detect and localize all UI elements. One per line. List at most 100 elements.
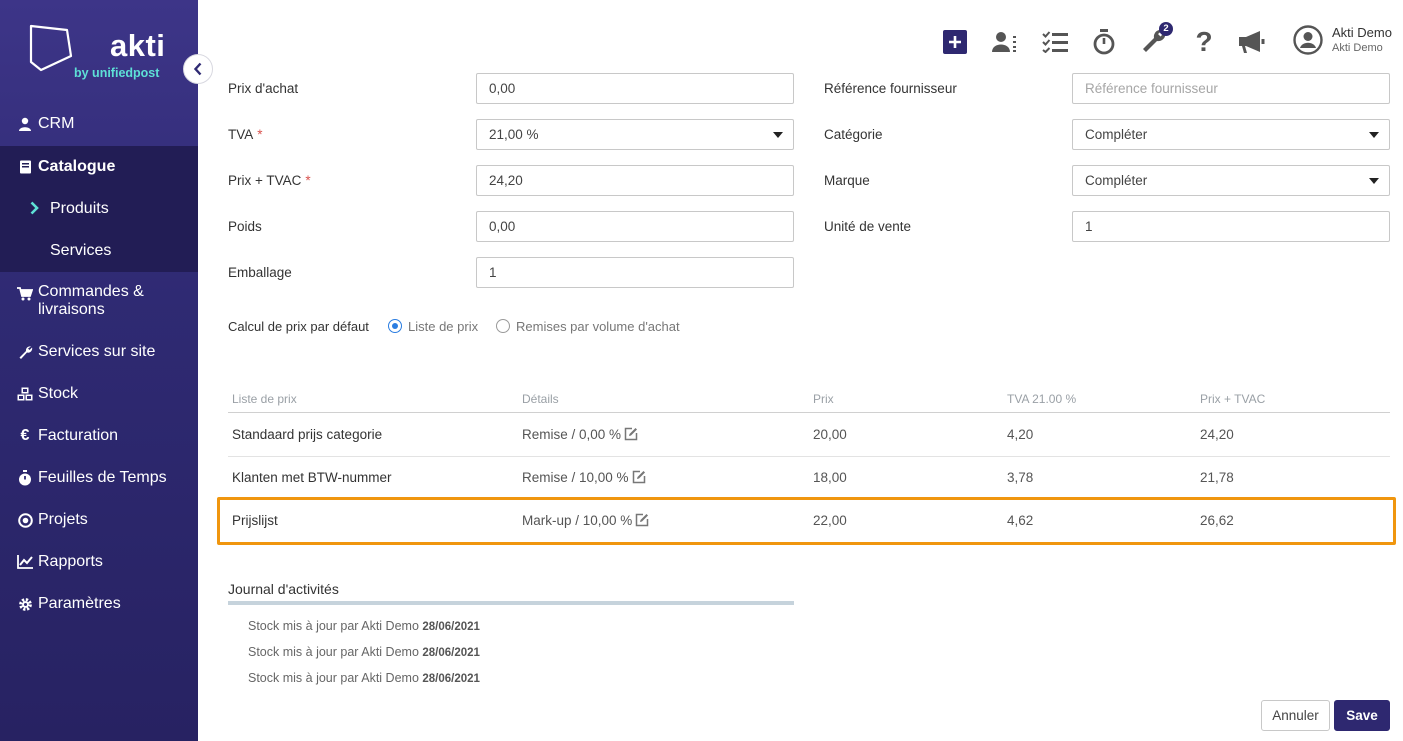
- row-vat: 3,78: [1007, 470, 1034, 485]
- sidebar-item-rapports[interactable]: Rapports: [0, 549, 198, 575]
- sidebar-item-commandes[interactable]: Commandes & livraisons: [0, 283, 198, 321]
- vat-select[interactable]: 21,00 %: [476, 119, 794, 150]
- journal-title: Journal d'activités: [228, 581, 339, 597]
- category-label: Catégorie: [824, 127, 883, 142]
- journal-entry: Stock mis à jour par Akti Demo 28/06/202…: [248, 619, 480, 633]
- price-incl-label-text: Prix + TVAC: [228, 173, 302, 188]
- checklist-icon: [1042, 31, 1068, 53]
- sidebar-item-crm[interactable]: CRM: [0, 111, 198, 137]
- pricing-default-label: Calcul de prix par défaut: [228, 319, 369, 334]
- chevron-right-icon: [30, 201, 39, 215]
- sidebar-item-facturation[interactable]: € Facturation: [0, 423, 198, 449]
- radio-price-list-label[interactable]: Liste de prix: [408, 319, 478, 334]
- supplier-ref-label: Référence fournisseur: [824, 81, 957, 96]
- col-header-total: Prix + TVAC: [1200, 392, 1266, 406]
- sidebar-item-projets[interactable]: Projets: [0, 507, 198, 533]
- tasks-button[interactable]: [1042, 28, 1068, 56]
- contacts-button[interactable]: [992, 28, 1024, 56]
- col-header-details: Détails: [522, 392, 559, 406]
- megaphone-icon: [1239, 31, 1265, 53]
- sidebar-item-feuilles-de-temps[interactable]: Feuilles de Temps: [0, 465, 198, 491]
- sidebar-item-label: Paramètres: [38, 595, 121, 612]
- journal-entry: Stock mis à jour par Akti Demo 28/06/202…: [248, 645, 480, 659]
- sidebar-subitem-label: Produits: [50, 200, 109, 217]
- sidebar-subitem-produits[interactable]: Produits: [0, 188, 198, 230]
- user-name[interactable]: Akti Demo: [1332, 25, 1392, 40]
- journal-entry-date: 28/06/2021: [422, 647, 480, 659]
- tools-button[interactable]: 2: [1141, 22, 1173, 56]
- sales-unit-label: Unité de vente: [824, 219, 912, 234]
- sidebar-subitem-services[interactable]: Services: [0, 230, 198, 272]
- vat-select-value: 21,00 %: [489, 127, 539, 142]
- row-name: Klanten met BTW-nummer: [232, 470, 392, 485]
- sidebar: akti by unifiedpost CRM Catalogue Produi…: [0, 0, 198, 741]
- edit-icon[interactable]: [632, 470, 646, 484]
- collapse-sidebar-button[interactable]: [183, 54, 213, 84]
- radio-volume-discounts-label[interactable]: Remises par volume d'achat: [516, 319, 680, 334]
- line-chart-icon: [17, 554, 33, 570]
- sidebar-item-stock[interactable]: Stock: [0, 381, 198, 407]
- row-vat: 4,20: [1007, 427, 1034, 442]
- row-details[interactable]: Remise / 10,00 %: [522, 470, 646, 485]
- brand-tagline: by unifiedpost: [74, 66, 160, 80]
- cubes-icon: [17, 386, 33, 402]
- caret-down-icon: [773, 132, 783, 138]
- user-circle-icon: [1293, 25, 1323, 55]
- user-avatar[interactable]: [1293, 25, 1323, 55]
- sidebar-item-services-sur-site[interactable]: Services sur site: [0, 339, 198, 365]
- user-icon: [17, 116, 33, 132]
- notification-badge: 2: [1159, 22, 1173, 36]
- save-button[interactable]: Save: [1334, 700, 1390, 731]
- brand-select-value: Compléter: [1085, 173, 1148, 188]
- stopwatch-icon: [1093, 29, 1115, 55]
- plus-square-icon: [943, 30, 967, 54]
- gear-icon: [17, 596, 33, 612]
- timer-button[interactable]: [1093, 28, 1115, 56]
- journal-entry-text: Stock mis à jour par Akti Demo: [248, 645, 419, 659]
- row-price: 20,00: [813, 427, 847, 442]
- journal-entry-date: 28/06/2021: [422, 621, 480, 633]
- sidebar-item-label: Commandes &: [38, 283, 144, 300]
- vat-label: TVA *: [228, 127, 263, 142]
- question-icon: ?: [1195, 26, 1213, 57]
- sidebar-item-label: Projets: [38, 511, 88, 528]
- col-header-price: Prix: [813, 392, 834, 406]
- supplier-ref-input[interactable]: Référence fournisseur: [1072, 73, 1390, 104]
- sales-unit-input[interactable]: 1: [1072, 211, 1390, 242]
- sidebar-item-label: Feuilles de Temps: [38, 469, 167, 486]
- row-divider: [228, 456, 1390, 457]
- target-icon: [17, 512, 33, 528]
- radio-volume-discounts[interactable]: [496, 319, 510, 333]
- weight-input[interactable]: 0,00: [476, 211, 794, 242]
- add-button[interactable]: [943, 28, 967, 56]
- euro-icon: €: [20, 427, 30, 444]
- sidebar-item-label-line2: livraisons: [38, 301, 105, 318]
- packaging-input[interactable]: 1: [476, 257, 794, 288]
- journal-entry-text: Stock mis à jour par Akti Demo: [248, 619, 419, 633]
- logo[interactable]: akti by unifiedpost: [0, 0, 198, 104]
- row-details-text: Remise / 0,00 %: [522, 427, 622, 442]
- user-list-icon: [992, 32, 1016, 52]
- row-total: 21,78: [1200, 470, 1234, 485]
- caret-down-icon: [1369, 132, 1379, 138]
- akti-logo-mark-icon: [29, 24, 73, 72]
- help-button[interactable]: ?: [1195, 28, 1213, 56]
- category-select[interactable]: Compléter: [1072, 119, 1390, 150]
- sidebar-item-label: Services sur site: [38, 343, 156, 360]
- required-mark: *: [257, 127, 263, 142]
- journal-underline: [228, 601, 794, 605]
- radio-price-list[interactable]: [388, 319, 402, 333]
- chevron-left-icon: [193, 62, 202, 76]
- brand-select[interactable]: Compléter: [1072, 165, 1390, 196]
- row-details[interactable]: Remise / 0,00 %: [522, 427, 638, 442]
- sidebar-item-catalogue[interactable]: Catalogue: [0, 146, 198, 188]
- edit-icon[interactable]: [624, 427, 638, 441]
- announcements-button[interactable]: [1238, 28, 1268, 56]
- price-incl-input[interactable]: 24,20: [476, 165, 794, 196]
- purchase-price-input[interactable]: 0,00: [476, 73, 794, 104]
- row-name: Standaard prijs categorie: [232, 427, 383, 442]
- price-incl-label: Prix + TVAC *: [228, 173, 311, 188]
- sidebar-item-parametres[interactable]: Paramètres: [0, 591, 198, 617]
- cancel-button[interactable]: Annuler: [1261, 700, 1330, 731]
- sidebar-item-label: CRM: [38, 115, 75, 132]
